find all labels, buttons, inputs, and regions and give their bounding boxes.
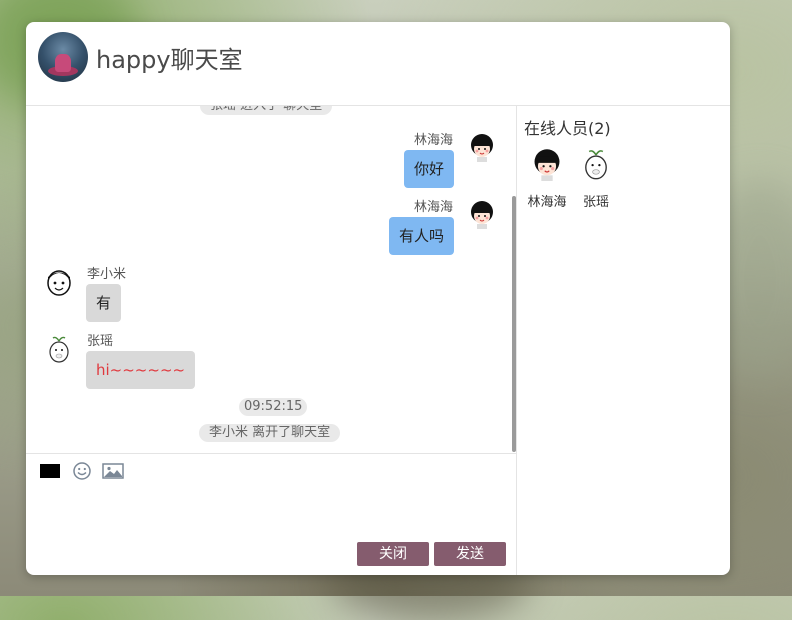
message-input[interactable] [36,484,510,543]
sender-name: 李小米 [87,267,127,282]
sender-name: 张瑶 [87,334,114,349]
room-title: happy聊天室 [96,46,243,74]
message-list[interactable]: 张瑶 进入了 聊天室 林海海 你好 林海海 有人吗 [26,106,516,453]
message-bubble: 有 [86,284,122,322]
sender-name: 林海海 [413,200,453,215]
chat-window: happy聊天室 张瑶 进入了 聊天室 林海海 你好 林海海 有人吗 [26,22,730,575]
chat-header: happy聊天室 [26,22,730,106]
online-user-name: 张瑶 [582,195,609,210]
online-user-name: 林海海 [527,195,567,210]
sprout-creature-avatar [585,150,607,180]
send-button[interactable]: 发送 [434,542,506,566]
sender-name: 林海海 [413,133,453,148]
close-button[interactable]: 关闭 [357,542,429,566]
online-user-item[interactable]: 林海海 [523,147,571,210]
chibi-girl-avatar[interactable] [467,199,497,229]
chibi-girl-avatar [534,149,560,181]
room-avatar-photo [38,32,88,82]
smiley-icon[interactable] [72,461,92,481]
online-user-item[interactable]: 张瑶 [572,147,620,210]
sprout-creature-avatar[interactable] [44,334,74,364]
color-picker-swatch[interactable] [40,464,60,478]
chibi-girl-avatar[interactable] [467,132,497,162]
online-users-title: 在线人员(2) [524,119,611,138]
system-message: 李小米 离开了聊天室 [199,424,341,442]
timestamp: 09:52:15 [239,398,308,416]
message-bubble: hi~~~~~~ [86,351,196,389]
system-message: 张瑶 进入了 聊天室 [200,106,333,115]
message-bubble: 有人吗 [388,217,454,255]
message-bubble: 你好 [403,150,454,188]
image-icon[interactable] [102,461,124,481]
vertical-divider [516,106,517,575]
composer-divider [26,453,516,454]
chibi-boy-avatar[interactable] [44,268,74,298]
